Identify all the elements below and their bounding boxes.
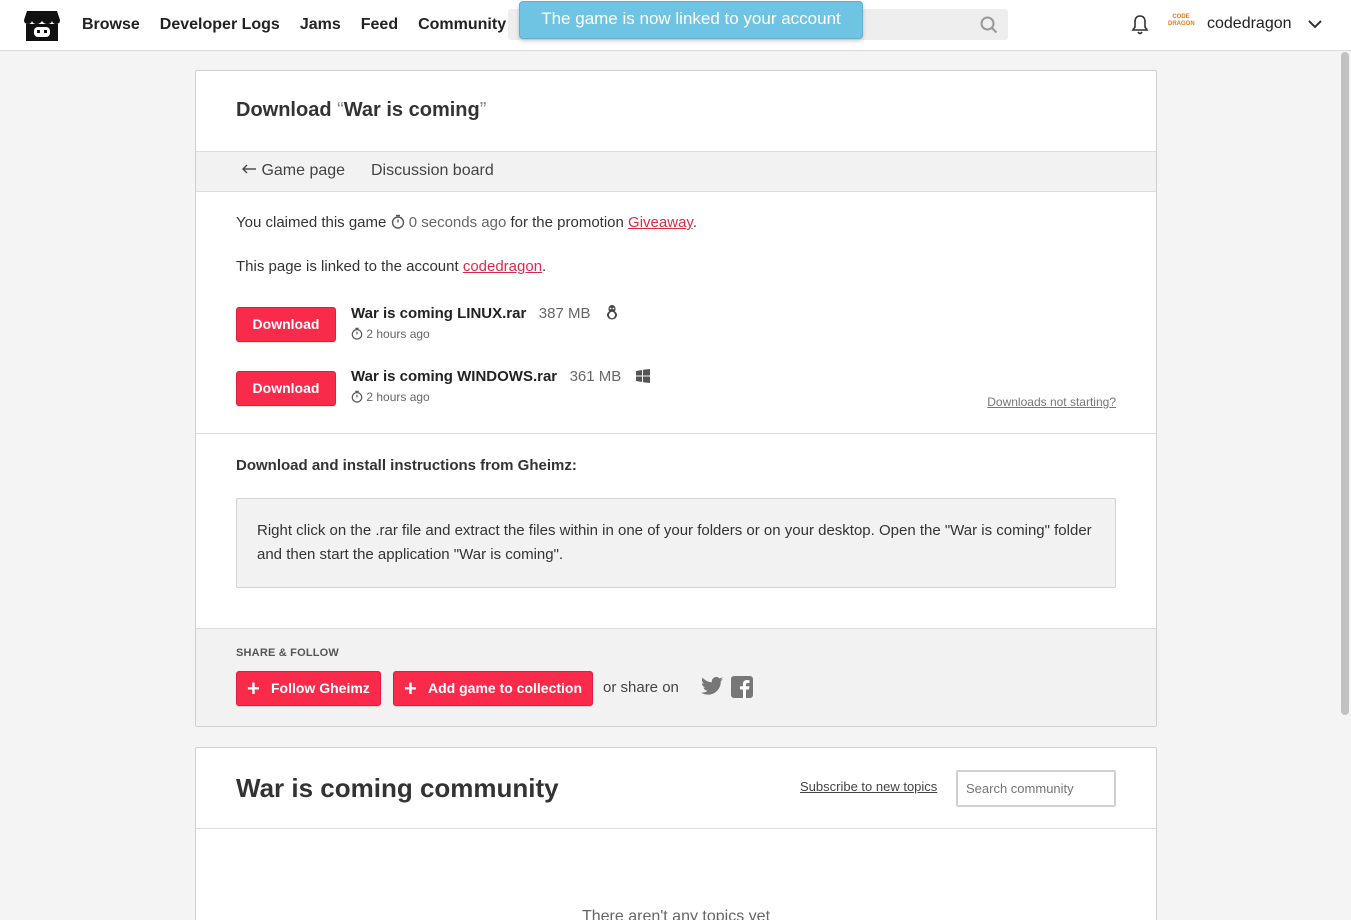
file-name: War is coming WINDOWS.rar <box>351 368 558 385</box>
tab-game-page-label: Game page <box>261 162 346 179</box>
chevron-down-icon[interactable] <box>1307 18 1323 30</box>
share-follow-section: SHARE & FOLLOW + Follow Gheimz + Add gam… <box>196 628 1156 726</box>
windows-icon <box>635 369 650 383</box>
follow-button[interactable]: + Follow Gheimz <box>236 671 381 706</box>
tab-discussion-board[interactable]: Discussion board <box>371 162 494 180</box>
claimed-time: 0 seconds ago <box>408 214 507 231</box>
divider <box>196 433 1156 434</box>
file-row-linux: War is coming LINUX.rar 387 MB 2 hours a… <box>351 304 619 341</box>
open-quote: “ <box>337 99 344 121</box>
username[interactable]: codedragon <box>1207 15 1292 33</box>
share-follow-label: SHARE & FOLLOW <box>236 647 340 659</box>
add-to-collection-button[interactable]: + Add game to collection <box>393 671 594 706</box>
file-name: War is coming LINUX.rar <box>351 305 527 322</box>
nav-browse[interactable]: Browse <box>82 16 140 34</box>
scrollbar[interactable] <box>1341 52 1349 715</box>
community-title: War is coming community <box>236 773 559 803</box>
file-size: 361 MB <box>569 368 622 385</box>
or-share-text: or share on <box>603 679 679 696</box>
download-panel: Download “War is coming” Game page Discu… <box>195 70 1157 727</box>
stopwatch-icon <box>351 327 363 340</box>
linked-period: . <box>542 258 547 275</box>
notification-bell-icon[interactable] <box>1130 14 1150 36</box>
plus-icon: + <box>247 676 260 701</box>
download-button-windows[interactable]: Download <box>236 371 336 406</box>
follow-button-label: Follow Gheimz <box>271 680 370 696</box>
divider <box>196 828 1156 829</box>
sub-navigation: Game page Discussion board <box>196 151 1156 192</box>
empty-topics-text: There aren't any topics yet <box>581 908 771 920</box>
promotion-text: for the promotion <box>510 214 624 231</box>
toast-notification: The game is now linked to your account <box>519 1 863 39</box>
facebook-icon[interactable] <box>731 676 753 698</box>
downloads-not-starting-link[interactable]: Downloads not starting? <box>987 395 1116 409</box>
nav-developer-logs[interactable]: Developer Logs <box>160 16 280 34</box>
close-quote: ” <box>479 99 487 121</box>
claimed-period: . <box>692 214 697 231</box>
promotion-link[interactable]: Giveaway <box>628 214 693 231</box>
page-title: Download “War is coming” <box>236 99 486 122</box>
stopwatch-icon <box>351 390 363 403</box>
nav-community[interactable]: Community <box>418 16 506 34</box>
file-meta: 2 hours ago <box>351 390 650 404</box>
instructions-title: Download and install instructions from G… <box>236 457 577 474</box>
linked-account-link[interactable]: codedragon <box>463 258 542 275</box>
nav-jams[interactable]: Jams <box>300 16 341 34</box>
file-size: 387 MB <box>538 305 591 322</box>
plus-icon: + <box>404 676 417 701</box>
file-time: 2 hours ago <box>366 390 430 404</box>
itchio-logo-icon[interactable] <box>23 8 61 43</box>
linked-line: This page is linked to the account coded… <box>236 258 546 275</box>
tab-game-page[interactable]: Game page <box>241 162 345 180</box>
download-button-linux[interactable]: Download <box>236 307 336 342</box>
linux-icon <box>606 305 617 320</box>
twitter-icon[interactable] <box>701 676 723 696</box>
claimed-line: You claimed this game 0 seconds ago for … <box>236 214 697 231</box>
linked-text: This page is linked to the account <box>236 258 459 275</box>
instructions-box: Right click on the .rar file and extract… <box>236 498 1116 588</box>
avatar[interactable]: CODE DRAGON <box>1168 14 1195 34</box>
community-search-input[interactable] <box>956 770 1116 807</box>
search-icon[interactable] <box>980 16 998 34</box>
file-meta: 2 hours ago <box>351 327 619 341</box>
stopwatch-icon <box>391 214 404 229</box>
add-to-collection-label: Add game to collection <box>428 680 583 696</box>
main-nav: Browse Developer Logs Jams Feed Communit… <box>82 0 526 49</box>
arrow-left-icon <box>242 164 256 174</box>
file-time: 2 hours ago <box>366 327 430 341</box>
community-panel: War is coming community Subscribe to new… <box>195 747 1157 920</box>
nav-feed[interactable]: Feed <box>361 16 398 34</box>
claimed-text: You claimed this game <box>236 214 387 231</box>
file-row-windows: War is coming WINDOWS.rar 361 MB 2 hours… <box>351 368 650 404</box>
title-prefix: Download <box>236 99 332 121</box>
subscribe-topics-link[interactable]: Subscribe to new topics <box>800 779 937 794</box>
title-game-name: War is coming <box>343 99 480 121</box>
